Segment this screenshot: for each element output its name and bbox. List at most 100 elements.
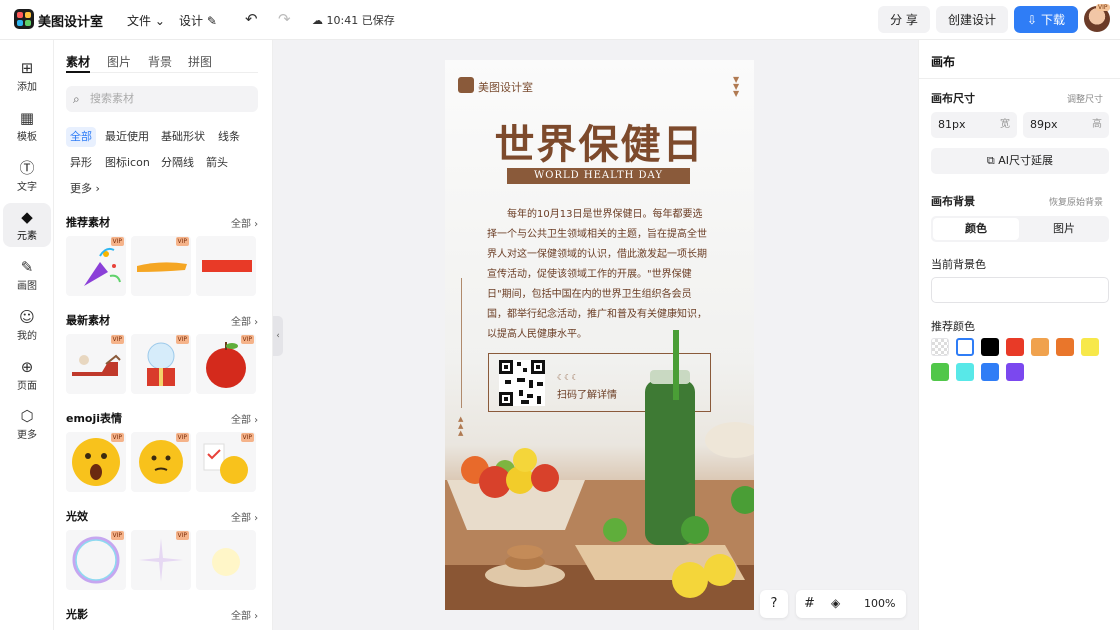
- rail-item-elements[interactable]: ◆ 元素: [3, 203, 51, 247]
- poster-food-illustration: [445, 330, 754, 610]
- vip-badge: VIP: [240, 433, 254, 442]
- template-icon: ▦: [19, 109, 35, 127]
- color-swatch[interactable]: [1031, 338, 1049, 356]
- height-field[interactable]: 89px 高: [1023, 112, 1109, 138]
- edit-icon: ✎: [206, 14, 217, 28]
- ai-extend-button[interactable]: ⧉ AI尺寸延展: [931, 148, 1109, 174]
- width-field[interactable]: 81px 宽: [931, 112, 1017, 138]
- chip-dividers[interactable]: 分隔线: [157, 153, 198, 173]
- layers-icon[interactable]: ◈: [831, 596, 840, 610]
- tab-materials[interactable]: 素材: [66, 53, 91, 73]
- section-all-link[interactable]: 全部 ›: [231, 411, 258, 426]
- section-all-link[interactable]: 全部 ›: [231, 509, 258, 524]
- vip-badge: VIP: [240, 335, 254, 344]
- canvas-workspace[interactable]: ‹ 美图设计室 ▼ ▼ ▼ 世界保健日 WORLD HEALTH DAY 每年的10…: [273, 40, 918, 630]
- emoji-shocked-icon[interactable]: VIP: [66, 432, 126, 492]
- create-design-button[interactable]: 创建设计: [936, 6, 1008, 33]
- poster-canvas[interactable]: 美图设计室 ▼ ▼ ▼ 世界保健日 WORLD HEALTH DAY 每年的10月1…: [445, 60, 754, 610]
- material-red-apple[interactable]: VIP: [196, 334, 256, 394]
- color-swatch[interactable]: [931, 363, 949, 381]
- divider: [919, 78, 1120, 79]
- current-bg-color-field[interactable]: [931, 277, 1109, 303]
- rail-item-add[interactable]: ⊞ 添加: [3, 54, 51, 98]
- emoji-thinking-icon[interactable]: VIP: [131, 432, 191, 492]
- text-icon: Ⓣ: [19, 159, 35, 177]
- shapes-icon: ◆: [21, 208, 33, 226]
- poster-brand: 美图设计室: [478, 81, 533, 94]
- color-swatch[interactable]: [1081, 338, 1099, 356]
- section-all-link[interactable]: 全部 ›: [231, 313, 258, 328]
- vip-badge: VIP: [175, 433, 189, 442]
- grid-icon[interactable]: #: [804, 596, 815, 611]
- tab-backgrounds[interactable]: 背景: [148, 53, 172, 70]
- color-swatch[interactable]: [931, 338, 949, 356]
- vip-badge: VIP: [175, 531, 189, 540]
- vip-badge: VIP: [110, 433, 124, 442]
- download-button[interactable]: ⇩ 下载: [1014, 6, 1078, 33]
- chip-recent[interactable]: 最近使用: [101, 127, 153, 147]
- material-snow-globe-gift[interactable]: VIP: [131, 334, 191, 394]
- help-button[interactable]: ?: [760, 590, 788, 618]
- chip-basic-shapes[interactable]: 基础形状: [157, 127, 209, 147]
- zoom-level[interactable]: 100%: [864, 597, 895, 610]
- section-title: emoji表情: [66, 412, 123, 425]
- tab-collage[interactable]: 拼图: [188, 53, 212, 70]
- canvas-bg-label: 画布背景: [931, 195, 975, 208]
- collapse-panel-handle[interactable]: ‹: [273, 316, 283, 356]
- color-swatch[interactable]: [981, 338, 999, 356]
- tab-images[interactable]: 图片: [107, 53, 131, 70]
- chip-arrows[interactable]: 箭头: [202, 153, 232, 173]
- section-all-link[interactable]: 全部 ›: [231, 607, 258, 622]
- poster-body-text[interactable]: 每年的10月13日是世界保健日。每年都要选择一个与公共卫生领域相关的主题，旨在提…: [487, 205, 711, 345]
- material-red-bar[interactable]: [196, 236, 256, 296]
- poster-title[interactable]: 世界保健日: [445, 112, 754, 170]
- material-glow-light[interactable]: [196, 530, 256, 590]
- vip-badge: VIP: [175, 335, 189, 344]
- chip-icons[interactable]: 图标icon: [101, 153, 154, 173]
- share-button[interactable]: 分 享: [878, 6, 930, 33]
- ai-resize-icon: ⧉: [986, 154, 995, 167]
- color-swatch[interactable]: [1006, 363, 1024, 381]
- chip-irregular[interactable]: 异形: [66, 153, 96, 173]
- redo-icon[interactable]: ↷: [278, 10, 291, 28]
- undo-icon[interactable]: ↶: [245, 10, 258, 28]
- rail-item-page[interactable]: ⊕ 页面: [3, 353, 51, 397]
- tab-color[interactable]: 颜色: [933, 218, 1019, 240]
- color-swatch[interactable]: [956, 338, 974, 356]
- save-status: ☁ 10:41 已保存: [312, 14, 395, 27]
- rail-item-mine[interactable]: ☺ 我的: [3, 303, 51, 347]
- emoji-checklist-chick-icon[interactable]: VIP: [196, 432, 256, 492]
- poster-subtitle[interactable]: WORLD HEALTH DAY: [507, 168, 690, 184]
- material-party-popper[interactable]: VIP: [66, 236, 126, 296]
- rail-item-text[interactable]: Ⓣ 文字: [3, 154, 51, 198]
- chip-more[interactable]: 更多 ›: [66, 179, 104, 199]
- section-title: 最新素材: [66, 314, 110, 327]
- material-yellow-stroke[interactable]: VIP: [131, 236, 191, 296]
- section-title: 推荐素材: [66, 216, 110, 229]
- rail-item-template[interactable]: ▦ 模板: [3, 104, 51, 148]
- material-bubble-light[interactable]: VIP: [66, 530, 126, 590]
- rail-item-more[interactable]: ⬡ 更多: [3, 402, 51, 446]
- section-title: 光影: [66, 608, 88, 621]
- reset-bg-link[interactable]: 恢复原始背景: [1049, 195, 1103, 208]
- search-icon: ⌕: [73, 92, 80, 106]
- color-swatch[interactable]: [1006, 338, 1024, 356]
- rail-item-draw[interactable]: ✎ 画图: [3, 253, 51, 297]
- color-swatch[interactable]: [1056, 338, 1074, 356]
- vip-badge: VIP: [110, 531, 124, 540]
- material-sparkle-light[interactable]: VIP: [131, 530, 191, 590]
- chip-all[interactable]: 全部: [66, 127, 96, 147]
- color-swatch[interactable]: [981, 363, 999, 381]
- chevron-right-icon: ›: [95, 182, 100, 195]
- material-santa-sleigh[interactable]: VIP: [66, 334, 126, 394]
- cloud-icon: ☁: [312, 14, 323, 27]
- tab-image[interactable]: 图片: [1021, 218, 1107, 240]
- section-all-link[interactable]: 全部 ›: [231, 215, 258, 230]
- search-input[interactable]: ⌕ 搜索素材: [66, 86, 258, 112]
- file-menu[interactable]: 文件 ⌄: [127, 12, 165, 29]
- resize-link[interactable]: 调整尺寸: [1067, 92, 1103, 105]
- materials-panel: 素材 图片 背景 拼图 ⌕ 搜索素材 全部 最近使用 基础形状 线条 异形 图标i…: [55, 40, 273, 630]
- chip-lines[interactable]: 线条: [214, 127, 244, 147]
- color-swatch[interactable]: [956, 363, 974, 381]
- design-menu[interactable]: 设计 ✎: [179, 12, 217, 29]
